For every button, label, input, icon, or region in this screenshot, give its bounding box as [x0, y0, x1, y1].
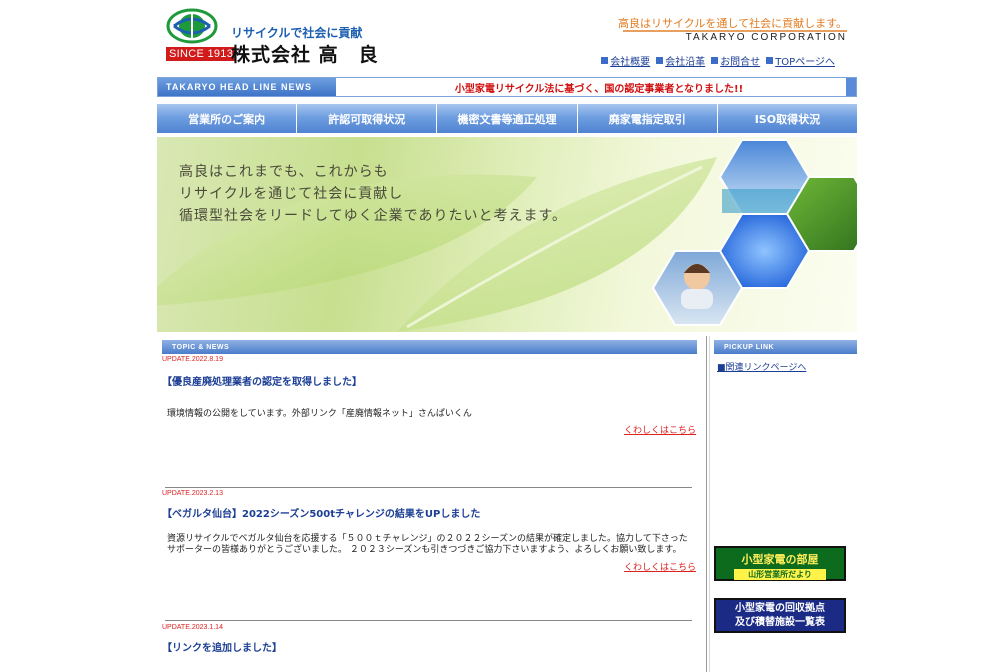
topic-body: 環境情報の公開をしています。外部リンク「産廃情報ネット」さんぱいくん: [167, 409, 472, 419]
company-name: 株式会社 高 良: [231, 44, 379, 66]
page-container: SINCE 1913 リサイクルで社会に貢献 株式会社 高 良 高良はリサイクル…: [157, 0, 858, 672]
nav-confidential-documents[interactable]: 機密文書等適正処理: [437, 104, 578, 133]
banner-subtitle: 及び積替施設一覧表: [735, 617, 825, 628]
topic-title[interactable]: 【優良産廃処理業者の認定を取得しました】: [162, 373, 696, 388]
link-company-overview[interactable]: 会社概要: [601, 53, 650, 68]
nav-offices[interactable]: 営業所のご案内: [157, 104, 298, 133]
link-label: 会社沿革: [665, 57, 706, 68]
topic-item: UPDATE.2023.2.13 【ベガルタ仙台】2022シーズン500tチャレ…: [162, 490, 696, 573]
read-more-link[interactable]: くわしくはこちら: [162, 560, 696, 573]
collection-points-banner[interactable]: 小型家電の回収拠点 及び積替施設一覧表: [714, 598, 846, 633]
topic-body: 資源リサイクルでベガルタ仙台を応援する「５００ｔチャレンジ」の２０２２シーズンの…: [167, 534, 688, 555]
nav-appliance-recycling[interactable]: 廃家電指定取引: [577, 104, 718, 133]
hero-line: 高良はこれまでも、これからも: [179, 164, 389, 180]
link-company-history[interactable]: 会社沿革: [656, 53, 705, 68]
update-date: UPDATE.2023.2.13: [162, 490, 223, 497]
small-appliance-room-banner[interactable]: 小型家電の部屋 山形営業所だより: [714, 546, 846, 581]
since-badge: SINCE 1913: [166, 47, 237, 61]
header-slogan: 高良はリサイクルを通して社会に貢献します。: [617, 17, 847, 30]
corporation-name-en: TAKARYO CORPORATION: [685, 32, 847, 43]
update-date: UPDATE.2022.8.19: [162, 356, 223, 363]
nav-iso[interactable]: ISO取得状況: [717, 104, 858, 133]
topic-item: UPDATE.2023.1.14 【リンクを追加しました】: [162, 624, 696, 654]
square-bullet-icon: [766, 57, 774, 64]
topic-item: UPDATE.2022.8.19 【優良産廃処理業者の認定を取得しました】 環境…: [162, 356, 696, 436]
column-divider: [706, 336, 707, 672]
pickup-link-header: PICKUP LINK: [714, 340, 857, 354]
header-links: 会社概要 会社沿革 お問合せ TOPページへ: [601, 53, 835, 68]
square-bullet-icon: [656, 57, 664, 64]
headline-end-cap: [846, 78, 856, 96]
square-bullet-icon: [601, 57, 609, 64]
link-label: お問合せ: [720, 57, 761, 68]
link-label: TOPページへ: [775, 57, 835, 68]
square-bullet-icon: [711, 57, 719, 64]
hero-line: 循環型社会をリードしてゆく企業でありたいと考えます。: [179, 208, 568, 224]
banner-title: 小型家電の回収拠点: [735, 603, 825, 614]
nav-licenses[interactable]: 許認可取得状況: [297, 104, 438, 133]
banner-title: 小型家電の部屋: [741, 553, 819, 566]
hero-banner: 高良はこれまでも、これからも リサイクルを通じて社会に貢献し 循環型社会をリード…: [157, 137, 857, 332]
topic-divider: [165, 487, 692, 488]
hero-message: 高良はこれまでも、これからも リサイクルを通じて社会に貢献し 循環型社会をリード…: [179, 161, 567, 227]
hero-line: リサイクルを通じて社会に貢献し: [179, 186, 404, 202]
read-more-link[interactable]: くわしくはこちら: [162, 423, 696, 436]
update-date: UPDATE.2023.1.14: [162, 624, 223, 631]
related-links-link[interactable]: ■関連リンクページへ: [717, 360, 806, 373]
topic-divider: [165, 620, 692, 621]
headline-separator: [336, 78, 352, 96]
topic-title[interactable]: 【リンクを追加しました】: [162, 639, 696, 654]
headline-news-label: TAKARYO HEAD LINE NEWS: [158, 78, 336, 96]
banner-subtitle: 山形営業所だより: [734, 569, 826, 580]
company-tagline: リサイクルで社会に貢献: [231, 26, 363, 40]
main-nav: 営業所のご案内 許認可取得状況 機密文書等適正処理 廃家電指定取引 ISO取得状…: [157, 104, 858, 133]
link-contact[interactable]: お問合せ: [711, 53, 760, 68]
topic-title[interactable]: 【ベガルタ仙台】2022シーズン500tチャレンジの結果をUPしました: [162, 505, 696, 520]
column-divider-shadow: [709, 336, 710, 672]
headline-news-bar: TAKARYO HEAD LINE NEWS 小型家電リサイクル法に基づく、国の…: [157, 77, 857, 97]
headline-news-text[interactable]: 小型家電リサイクル法に基づく、国の認定事業者となりました!!: [352, 78, 846, 96]
link-label: 会社概要: [610, 57, 651, 68]
takaryo-logo-icon: [166, 8, 218, 44]
link-top-page[interactable]: TOPページへ: [766, 53, 835, 68]
topic-news-header: TOPIC & NEWS: [162, 340, 697, 354]
